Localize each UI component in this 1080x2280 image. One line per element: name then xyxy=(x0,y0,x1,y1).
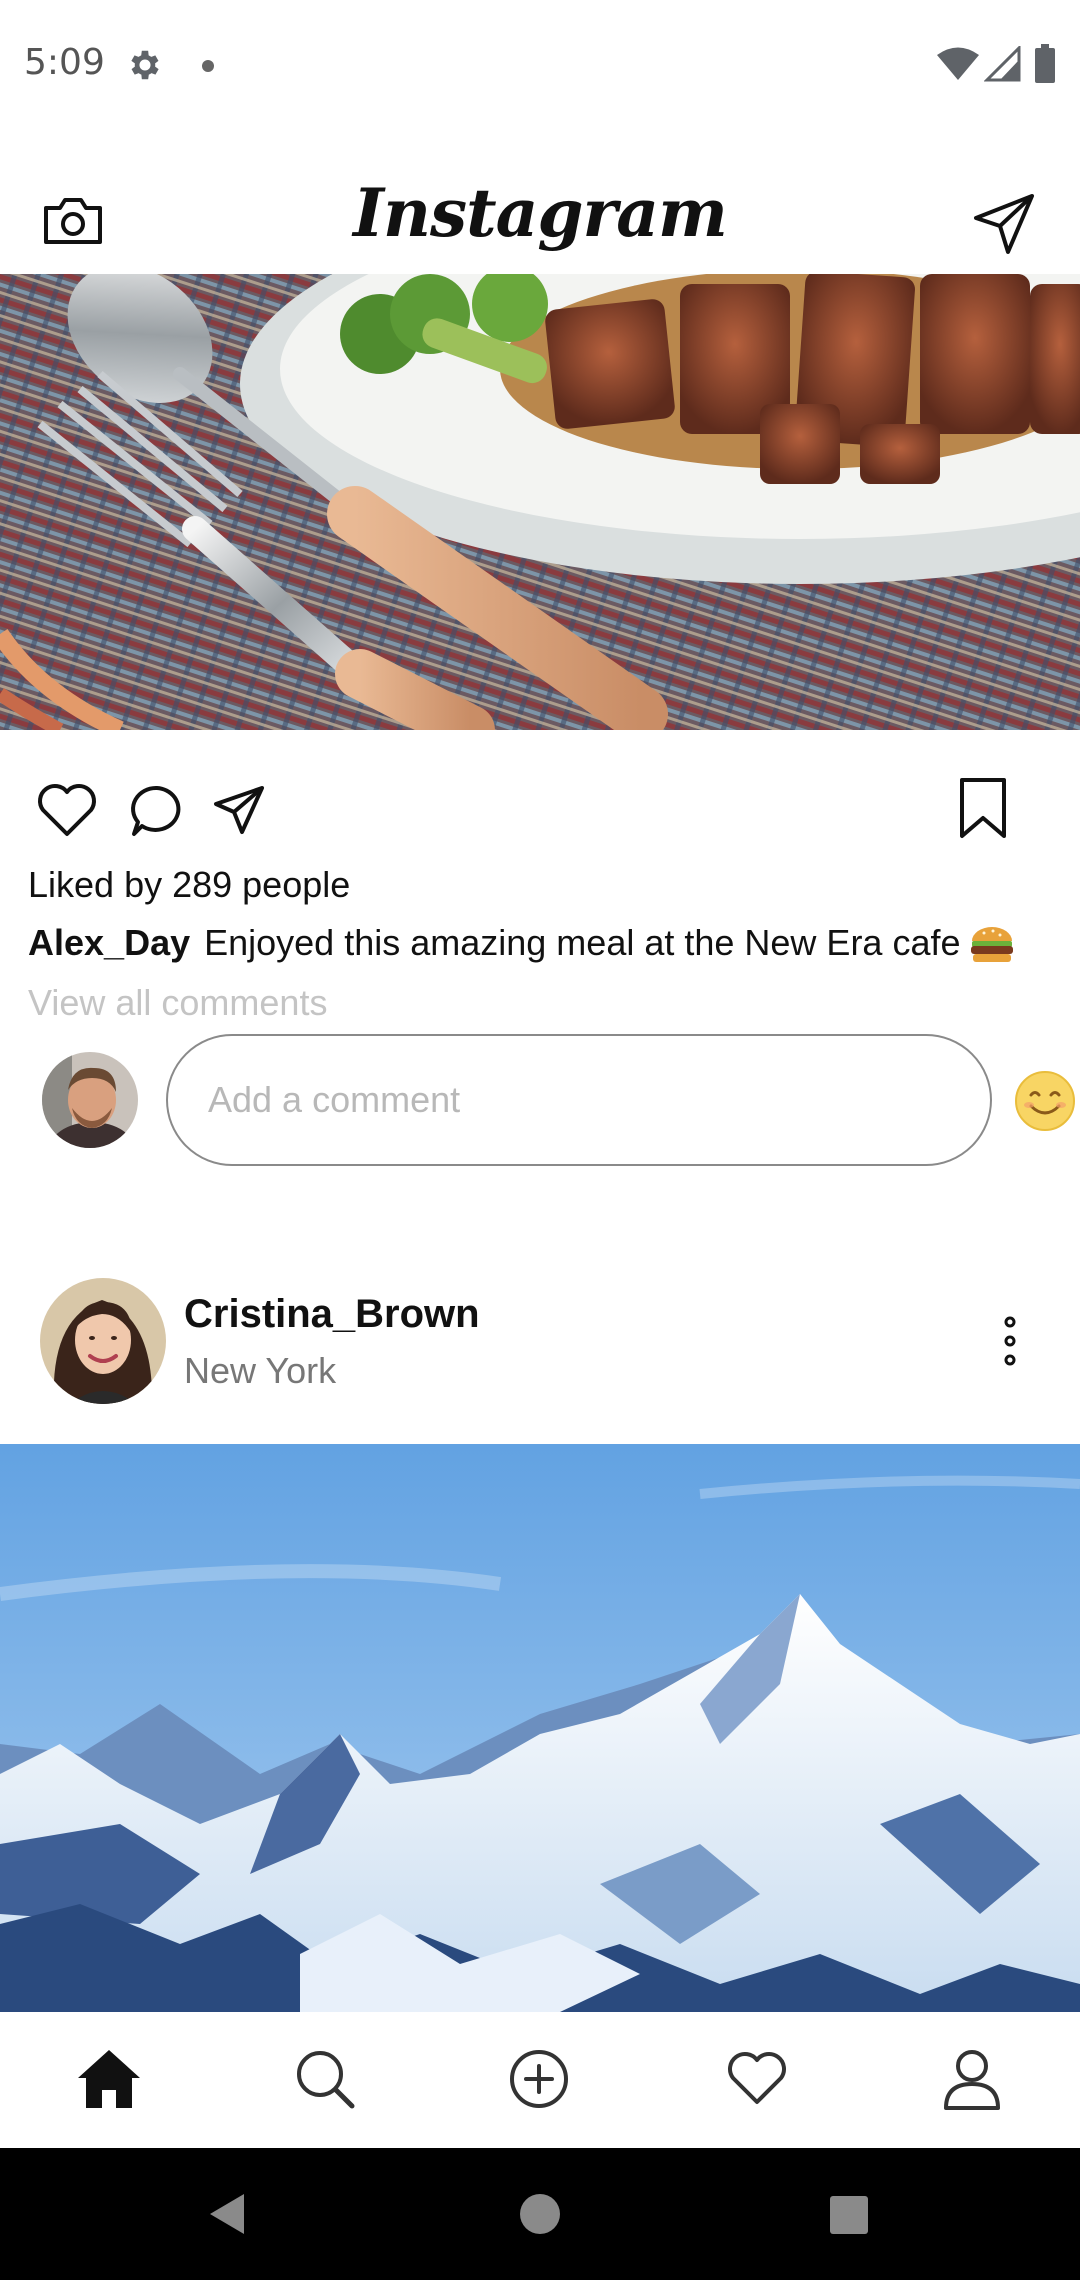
post-action-bar xyxy=(0,730,1080,880)
avatar xyxy=(42,1052,138,1148)
home-icon[interactable] xyxy=(76,2048,142,2110)
caption-text: Enjoyed this amazing meal at the New Era… xyxy=(204,922,961,963)
recents-icon[interactable] xyxy=(828,2194,870,2236)
status-time: 5:09 xyxy=(24,42,105,83)
more-vertical-icon[interactable] xyxy=(1000,1316,1020,1366)
app-logo: Instagram xyxy=(353,174,728,252)
smiley-emoji[interactable] xyxy=(1014,1070,1076,1132)
system-nav-bar xyxy=(0,2148,1080,2280)
direct-message-icon[interactable] xyxy=(972,192,1036,256)
comment-icon[interactable] xyxy=(130,784,184,838)
mountain-photo xyxy=(0,1444,1080,2012)
avatar[interactable] xyxy=(40,1278,166,1404)
wifi-icon xyxy=(936,46,980,82)
bookmark-icon[interactable] xyxy=(958,776,1008,840)
comment-input[interactable] xyxy=(166,1034,992,1166)
post-location[interactable]: New York xyxy=(184,1350,336,1392)
post-image-mountain[interactable] xyxy=(0,1444,1080,2012)
cell-signal-icon xyxy=(984,46,1022,82)
caption-username[interactable]: Alex_Day xyxy=(28,922,190,963)
notification-dot-icon xyxy=(202,60,214,72)
post-caption: Alex_Day Enjoyed this amazing meal at the… xyxy=(28,922,1015,965)
heart-icon[interactable] xyxy=(36,782,98,838)
likes-count[interactable]: Liked by 289 people xyxy=(28,864,350,906)
battery-icon xyxy=(1034,44,1056,84)
post-image-food[interactable] xyxy=(0,274,1080,730)
view-all-comments-link[interactable]: View all comments xyxy=(28,982,327,1024)
bottom-nav xyxy=(0,2012,1080,2148)
search-icon[interactable] xyxy=(294,2048,356,2110)
profile-icon[interactable] xyxy=(942,2048,1002,2110)
app-header: Instagram xyxy=(0,136,1080,274)
burger-emoji xyxy=(969,925,1015,965)
activity-heart-icon[interactable] xyxy=(726,2048,788,2106)
status-bar: 5:09 xyxy=(0,0,1080,136)
home-circle-icon[interactable] xyxy=(518,2192,562,2236)
post-username[interactable]: Cristina_Brown xyxy=(184,1292,480,1337)
back-icon[interactable] xyxy=(206,2192,246,2236)
food-photo xyxy=(0,274,1080,730)
gear-icon xyxy=(126,46,164,84)
share-icon[interactable] xyxy=(212,784,266,836)
add-post-icon[interactable] xyxy=(508,2048,570,2110)
